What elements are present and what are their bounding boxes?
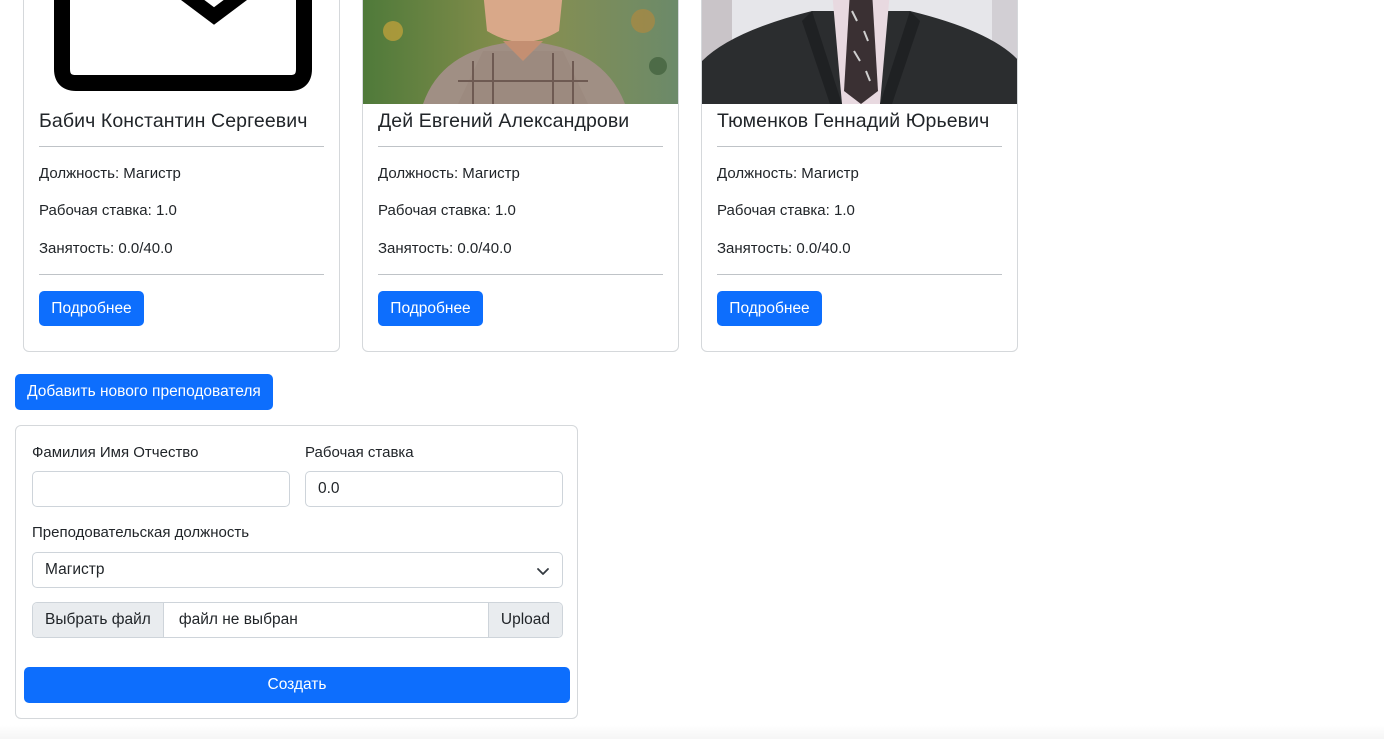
teacher-card: Тюменков Геннадий Юрьевич Должность: Маг… [701,0,1018,352]
teacher-photo [702,0,1017,104]
add-teacher-button[interactable]: Добавить нового преподователя [15,374,273,410]
teacher-card: Дей Евгений Александрови Должность: Маги… [362,0,679,352]
create-button[interactable]: Создать [24,667,570,703]
file-input-group: Выбрать файл файл не выбран Upload [32,602,563,638]
divider [717,274,1002,275]
file-status[interactable]: файл не выбран [164,603,488,637]
position-select[interactable]: Магистр [32,552,563,588]
teacher-name: Тюменков Геннадий Юрьевич [717,110,990,132]
envelope-icon [54,0,312,91]
choose-file-button[interactable]: Выбрать файл [33,603,164,637]
create-teacher-form: Фамилия Имя Отчество Рабочая ставка Преп… [15,425,578,719]
position-label: Преподовательская должность [32,524,250,541]
fio-input[interactable] [32,471,290,507]
fio-label: Фамилия Имя Отчество [32,444,199,461]
teacher-position: Должность: Магистр [378,165,520,182]
rate-input[interactable] [305,471,563,507]
teacher-photo [363,0,678,104]
teacher-card: Бабич Константин Сергеевич Должность: Ма… [23,0,340,352]
teacher-position: Должность: Магистр [39,165,181,182]
divider [39,146,324,147]
details-button[interactable]: Подробнее [378,291,483,326]
rate-label: Рабочая ставка [305,444,414,461]
divider [717,146,1002,147]
teacher-photo [24,0,339,104]
teacher-rate: Рабочая ставка: 1.0 [717,202,855,219]
teacher-rate: Рабочая ставка: 1.0 [378,202,516,219]
person-photo [702,0,1017,104]
page: Бабич Константин Сергеевич Должность: Ма… [0,0,1384,739]
teacher-rate: Рабочая ставка: 1.0 [39,202,177,219]
teacher-name: Бабич Константин Сергеевич [39,110,308,132]
divider [378,146,663,147]
teacher-load: Занятость: 0.0/40.0 [717,240,851,257]
teacher-name: Дей Евгений Александрови [378,110,630,132]
bottom-shadow [0,725,1384,739]
details-button[interactable]: Подробнее [39,291,144,326]
chevron-down-icon [537,568,549,575]
teacher-position: Должность: Магистр [717,165,859,182]
position-selected-value: Магистр [45,561,105,578]
teacher-load: Занятость: 0.0/40.0 [39,240,173,257]
teacher-load: Занятость: 0.0/40.0 [378,240,512,257]
details-button[interactable]: Подробнее [717,291,822,326]
divider [39,274,324,275]
divider [378,274,663,275]
upload-button[interactable]: Upload [487,603,562,637]
person-photo [363,0,678,104]
